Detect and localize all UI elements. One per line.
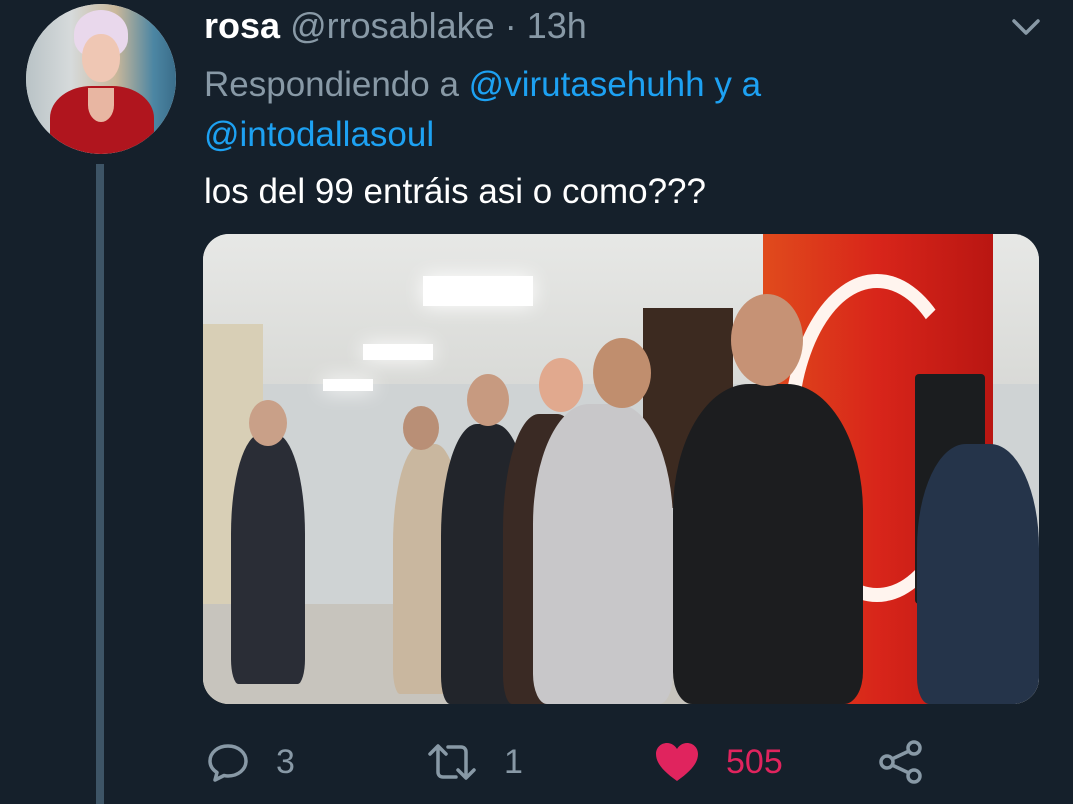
- photo-person-head: [467, 374, 509, 426]
- retweet-icon: [428, 744, 476, 780]
- replying-prefix: Respondiendo a: [204, 65, 459, 104]
- tweet-action-bar: 3 1 505: [0, 730, 1073, 794]
- replying-conjunction: y a: [714, 65, 762, 104]
- photo-ceiling-light: [323, 379, 373, 391]
- retweet-count: 1: [504, 742, 523, 781]
- meta-separator: ·: [504, 5, 517, 46]
- photo-person: [917, 444, 1039, 704]
- photo-person-head: [593, 338, 651, 408]
- tweet-text: los del 99 entráis asi o como???: [204, 172, 706, 211]
- handle[interactable]: @rrosablake: [290, 5, 495, 46]
- mention-link[interactable]: @virutasehuhh: [469, 65, 705, 104]
- retweet-button[interactable]: 1: [426, 730, 523, 794]
- photo-person: [673, 384, 863, 704]
- mention-link[interactable]: @intodallasoul: [204, 115, 434, 154]
- thread-connector-line: [96, 164, 104, 804]
- tweet-header: rosa @rrosablake · 13h: [204, 6, 587, 46]
- photo-person: [231, 434, 305, 684]
- photo-person-head: [249, 400, 287, 446]
- photo-person: [533, 404, 673, 704]
- avatar[interactable]: [26, 4, 176, 154]
- like-button[interactable]: 505: [654, 730, 783, 794]
- avatar-neck: [88, 88, 114, 122]
- photo-person-head: [403, 406, 439, 450]
- photo-ceiling-light: [363, 344, 433, 360]
- heart-icon: [656, 743, 698, 781]
- avatar-face: [82, 34, 120, 82]
- share-button[interactable]: [878, 730, 924, 794]
- photo-ceiling-light: [423, 276, 533, 306]
- photo-person-head: [731, 294, 803, 386]
- display-name[interactable]: rosa: [204, 5, 280, 46]
- replying-to-line: Respondiendo a @virutasehuhh y a @intoda…: [204, 60, 1024, 160]
- share-icon: [879, 740, 922, 784]
- like-count: 505: [726, 742, 783, 781]
- reply-icon: [208, 744, 248, 782]
- chevron-down-icon[interactable]: [1010, 16, 1042, 38]
- timestamp[interactable]: 13h: [527, 5, 587, 46]
- photo-person-head: [539, 358, 583, 412]
- tweet-photo[interactable]: [203, 234, 1039, 704]
- reply-count: 3: [276, 742, 295, 781]
- reply-button[interactable]: 3: [206, 730, 295, 794]
